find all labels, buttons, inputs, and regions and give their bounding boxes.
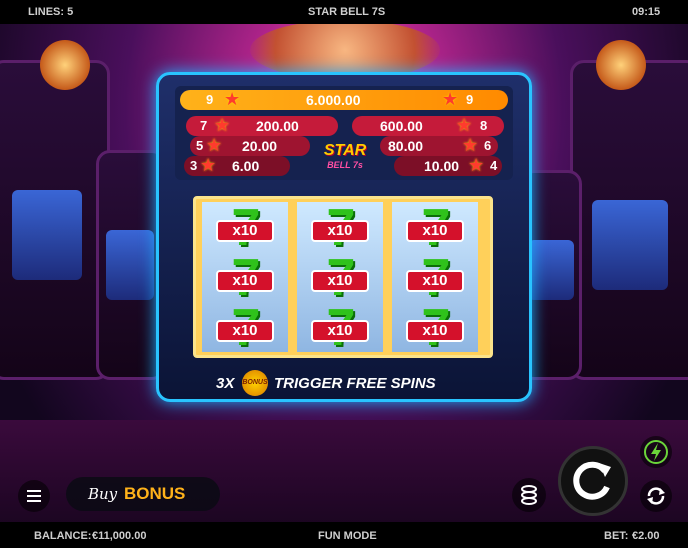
reel: 7x10 7x10 7x10 [202, 202, 288, 354]
paytable-count: 4 [490, 158, 498, 173]
star-icon: ★ [442, 89, 459, 109]
logo-line1: STAR [323, 142, 367, 159]
multiplier-badge: x10 [406, 320, 464, 342]
bet-label: BET: [604, 530, 629, 542]
mode-label: FUN MODE [318, 530, 377, 542]
paytable-count: 7 [200, 118, 208, 133]
multiplier-badge: x10 [311, 320, 369, 342]
multiplier-badge: x10 [406, 270, 464, 292]
paytable-value: 20.00 [242, 138, 278, 154]
paytable-top-row: 9 ★ 6.000.00 ★ 9 [180, 89, 508, 110]
game-logo: STAR BELL 7s [304, 142, 386, 178]
star-icon: ★ [462, 135, 479, 155]
balance-value: €11,000.00 [92, 530, 147, 542]
spin-icon [573, 461, 611, 500]
paytable-value: 6.00 [232, 158, 260, 174]
bottom-bar: BALANCE: €11,000.00 FUN MODE BET: €2.00 [0, 522, 688, 548]
bet-button[interactable] [512, 478, 546, 512]
clock: 09:15 [632, 6, 661, 18]
multiplier-badge: x10 [216, 320, 274, 342]
paytable-count: 9 [466, 92, 474, 107]
bet-value: €2.00 [632, 530, 660, 542]
background-slot-screen [106, 230, 154, 300]
top-bar: LINES: 5 STAR BELL 7S 09:15 [0, 0, 688, 24]
paytable-row: 3 ★ 6.00 [184, 155, 290, 176]
bonus-icon: BONUS [242, 370, 268, 396]
seven-symbol: 7x10 [303, 202, 377, 254]
reel: 7x10 7x10 7x10 [297, 202, 383, 354]
seven-symbol: 7x10 [303, 302, 377, 354]
buy-bonus-label-bonus: BONUS [124, 484, 186, 503]
paytable-row: 80.00 ★ 6 [380, 135, 498, 156]
reel-frame: 7x10 7x10 7x10 7x10 7x10 7x10 7x10 7x10 … [193, 196, 493, 358]
spin-button[interactable] [558, 446, 628, 516]
star-icon: ★ [224, 89, 241, 109]
banner-text: TRIGGER FREE SPINS [274, 375, 436, 392]
seven-symbol: 7x10 [398, 252, 472, 304]
logo-line2: BELL 7s [327, 160, 363, 170]
seven-symbol: 7x10 [208, 302, 282, 354]
paytable-value: 600.00 [380, 118, 423, 134]
multiplier-badge: x10 [406, 220, 464, 242]
background-slot-screen [592, 200, 668, 290]
paytable-value: 10.00 [424, 158, 460, 174]
balance-label: BALANCE: [34, 530, 92, 542]
seven-symbol: 7x10 [398, 202, 472, 254]
paytable-row: 600.00 ★ 8 [352, 115, 504, 136]
autoplay-icon [647, 487, 665, 505]
ceiling-light [250, 20, 440, 80]
multiplier-badge: x10 [216, 220, 274, 242]
paytable-row: 5 ★ 20.00 [190, 135, 310, 156]
paytable-row: 7 ★ 200.00 [186, 115, 338, 136]
menu-icon [27, 490, 41, 502]
lightning-icon [644, 440, 668, 464]
menu-button[interactable] [18, 480, 50, 512]
seven-symbol: 7x10 [208, 252, 282, 304]
coin-stack-icon [521, 485, 537, 505]
multiplier-badge: x10 [311, 220, 369, 242]
free-spins-banner: 3X BONUS TRIGGER FREE SPINS [168, 368, 520, 398]
paytable-count: 6 [484, 138, 492, 153]
paytable-count: 5 [196, 138, 204, 153]
star-icon: ★ [468, 155, 485, 175]
bonus-icon-label: BONUS [242, 379, 268, 386]
background-slot-screen [12, 190, 82, 280]
reel: 7x10 7x10 7x10 [392, 202, 478, 354]
multiplier-badge: x10 [216, 270, 274, 292]
seven-symbol: 7x10 [303, 252, 377, 304]
banner-count: 3X [216, 375, 235, 392]
star-icon: ★ [200, 155, 217, 175]
seven-symbol: 7x10 [208, 202, 282, 254]
multiplier-badge: x10 [311, 270, 369, 292]
paytable-value: 80.00 [388, 138, 424, 154]
paytable-value: 200.00 [256, 118, 299, 134]
seven-symbol: 7x10 [398, 302, 472, 354]
star-icon: ★ [456, 115, 473, 135]
lines-label: LINES: 5 [28, 6, 74, 18]
background-lamp [596, 40, 646, 90]
game-title: STAR BELL 7S [308, 6, 386, 18]
paytable-count: 9 [206, 92, 214, 107]
game-screen: 9 ★ 6.000.00 ★ 9 7 ★ 200.00 5 ★ 20.00 3 … [0, 0, 688, 548]
autoplay-button[interactable] [640, 480, 672, 512]
paytable-row: 10.00 ★ 4 [394, 155, 502, 176]
star-icon: ★ [206, 135, 223, 155]
paytable-count: 3 [190, 158, 198, 173]
background-lamp [40, 40, 90, 90]
buy-bonus-button[interactable]: Buy BONUS [66, 477, 220, 511]
background-slot-screen [528, 240, 574, 300]
turbo-button[interactable] [640, 436, 672, 468]
paytable-value: 6.000.00 [306, 92, 361, 108]
buy-bonus-label-buy: Buy [88, 485, 118, 503]
star-icon: ★ [214, 115, 231, 135]
paytable-count: 8 [480, 118, 488, 133]
